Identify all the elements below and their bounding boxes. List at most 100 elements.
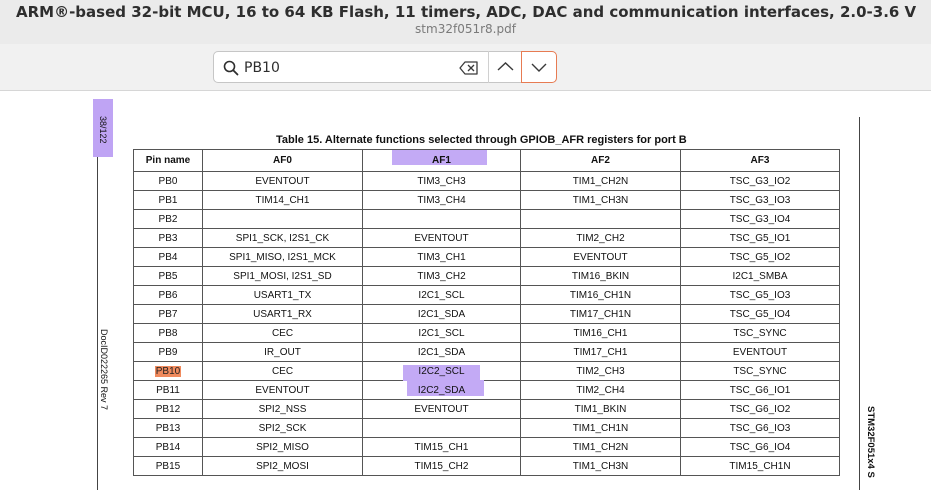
- column-header-af1: AF1: [362, 149, 521, 172]
- table-row: PB7 USART1_RX I2C1_SDA TIM17_CH1N TSC_G5_IO4: [133, 304, 840, 324]
- right-margin-rule: [859, 117, 860, 490]
- cell-af3: TSC_G5_IO1: [680, 228, 840, 248]
- cell-af1: EVENTOUT: [362, 399, 521, 419]
- cell-pin-name: PB4: [133, 247, 203, 267]
- cell-af2: TIM1_CH3N: [520, 190, 681, 210]
- table-row: PB8 CEC I2C1_SCL TIM16_CH1 TSC_SYNC: [133, 323, 840, 343]
- document-filename: stm32f051r8.pdf: [415, 22, 516, 36]
- cell-af0: SPI2_MOSI: [202, 456, 363, 476]
- cell-af3: TSC_G6_IO1: [680, 380, 840, 400]
- cell-af1: TIM3_CH2: [362, 266, 521, 286]
- chevron-down-icon: [531, 63, 547, 72]
- cell-pin-name: PB13: [133, 418, 203, 438]
- cell-af3: TIM15_CH1N: [680, 456, 840, 476]
- table-row: PB1 TIM14_CH1 TIM3_CH4 TIM1_CH3N TSC_G3_IO3: [133, 190, 840, 210]
- table-row: PB14 SPI2_MISO TIM15_CH1 TIM1_CH2N TSC_G6_IO…: [133, 437, 840, 457]
- cell-af1: [362, 418, 521, 438]
- previous-match-button[interactable]: [488, 51, 521, 83]
- cell-af1: I2C1_SCL: [362, 323, 521, 343]
- cell-af1: I2C1_SCL: [362, 285, 521, 305]
- cell-af2: TIM16_BKIN: [520, 266, 681, 286]
- cell-af0: TIM14_CH1: [202, 190, 363, 210]
- clear-icon[interactable]: [459, 60, 479, 76]
- cell-af1: [362, 209, 521, 229]
- table-row: PB5 SPI1_MOSI, I2S1_SD TIM3_CH2 TIM16_BKIN I…: [133, 266, 840, 286]
- column-header-af3: AF3: [680, 149, 840, 172]
- cell-af2: TIM1_BKIN: [520, 399, 681, 419]
- column-header-pin-name: Pin name: [133, 149, 203, 172]
- table-row: PB13 SPI2_SCK TIM1_CH1N TSC_G6_IO3: [133, 418, 840, 438]
- cell-af0: SPI2_NSS: [202, 399, 363, 419]
- cell-af0: IR_OUT: [202, 342, 363, 362]
- cell-pin-name: PB0: [133, 171, 203, 191]
- document-id: DocID022265 Rev 7: [99, 329, 109, 411]
- table-row: PB0 EVENTOUT TIM3_CH3 TIM1_CH2N TSC_G3_IO2: [133, 171, 840, 191]
- cell-af3: TSC_G6_IO2: [680, 399, 840, 419]
- cell-af2: [520, 209, 681, 229]
- next-match-button[interactable]: [521, 51, 557, 83]
- cell-af0: USART1_TX: [202, 285, 363, 305]
- cell-af1: I2C2_SDA: [362, 380, 521, 400]
- cell-af2: TIM1_CH2N: [520, 171, 681, 191]
- search-input[interactable]: [244, 58, 424, 78]
- cell-pin-name: PB6: [133, 285, 203, 305]
- cell-pin-name: PB15: [133, 456, 203, 476]
- table-row: PB10 CEC I2C2_SCL TIM2_CH3 TSC_SYNC: [133, 361, 840, 381]
- cell-af0: CEC: [202, 323, 363, 343]
- search-icon: [223, 60, 239, 76]
- cell-pin-name: PB3: [133, 228, 203, 248]
- cell-af3: TSC_G5_IO3: [680, 285, 840, 305]
- cell-af3: TSC_SYNC: [680, 323, 840, 343]
- cell-af1: I2C1_SDA: [362, 304, 521, 324]
- cell-pin-name: PB8: [133, 323, 203, 343]
- cell-af2: TIM1_CH1N: [520, 418, 681, 438]
- cell-pin-name: PB1: [133, 190, 203, 210]
- alternate-functions-table: Pin name AF0 AF1 AF2 AF3 PB0 EVENTOUT TIM3…: [133, 149, 840, 476]
- window-titlebar: ARM®-based 32-bit MCU, 16 to 64 KB Flash…: [0, 0, 931, 44]
- cell-af2: TIM2_CH4: [520, 380, 681, 400]
- cell-af3: I2C1_SMBA: [680, 266, 840, 286]
- cell-af3: TSC_SYNC: [680, 361, 840, 381]
- document-title: ARM®-based 32-bit MCU, 16 to 64 KB Flash…: [16, 3, 917, 21]
- find-toolbar: [0, 44, 931, 91]
- cell-af1: I2C2_SCL: [362, 361, 521, 381]
- cell-pin-name: PB7: [133, 304, 203, 324]
- cell-af3: TSC_G6_IO3: [680, 418, 840, 438]
- table-caption: Table 15. Alternate functions selected t…: [276, 134, 687, 146]
- cell-af0: [202, 209, 363, 229]
- table-row: PB11 EVENTOUT I2C2_SDA TIM2_CH4 TSC_G6_IO1: [133, 380, 840, 400]
- cell-af1: TIM3_CH1: [362, 247, 521, 267]
- cell-af2: TIM1_CH2N: [520, 437, 681, 457]
- table-row: PB4 SPI1_MISO, I2S1_MCK TIM3_CH1 EVENTOUT TS…: [133, 247, 840, 267]
- cell-af3: TSC_G6_IO4: [680, 437, 840, 457]
- search-match-highlight: PB10: [154, 365, 182, 377]
- cell-pin-name: PB9: [133, 342, 203, 362]
- column-header-af2: AF2: [520, 149, 681, 172]
- cell-af0: EVENTOUT: [202, 380, 363, 400]
- table-row: PB15 SPI2_MOSI TIM15_CH2 TIM1_CH3N TIM15_CH1…: [133, 456, 840, 476]
- cell-af1: I2C1_SDA: [362, 342, 521, 362]
- cell-af0: CEC: [202, 361, 363, 381]
- cell-af3: TSC_G5_IO2: [680, 247, 840, 267]
- cell-af0: USART1_RX: [202, 304, 363, 324]
- cell-af0: SPI1_MOSI, I2S1_SD: [202, 266, 363, 286]
- cell-af3: TSC_G3_IO3: [680, 190, 840, 210]
- cell-af3: TSC_G3_IO4: [680, 209, 840, 229]
- cell-af1: TIM3_CH4: [362, 190, 521, 210]
- cell-af0: SPI2_SCK: [202, 418, 363, 438]
- cell-af0: SPI2_MISO: [202, 437, 363, 457]
- cell-pin-name: PB12: [133, 399, 203, 419]
- cell-af1: EVENTOUT: [362, 228, 521, 248]
- cell-pin-name: PB14: [133, 437, 203, 457]
- page-number: 38/122: [98, 116, 108, 144]
- cell-af2: TIM17_CH1N: [520, 304, 681, 324]
- cell-af0: SPI1_MISO, I2S1_MCK: [202, 247, 363, 267]
- cell-af1: TIM3_CH3: [362, 171, 521, 191]
- search-box[interactable]: [213, 51, 557, 83]
- cell-af3: TSC_G3_IO2: [680, 171, 840, 191]
- table-row: PB6 USART1_TX I2C1_SCL TIM16_CH1N TSC_G5_IO3: [133, 285, 840, 305]
- pdf-page: 38/122 DocID022265 Rev 7 STM32F051x4 S T…: [0, 92, 931, 490]
- cell-af2: TIM16_CH1N: [520, 285, 681, 305]
- cell-af2: TIM2_CH2: [520, 228, 681, 248]
- cell-af0: EVENTOUT: [202, 171, 363, 191]
